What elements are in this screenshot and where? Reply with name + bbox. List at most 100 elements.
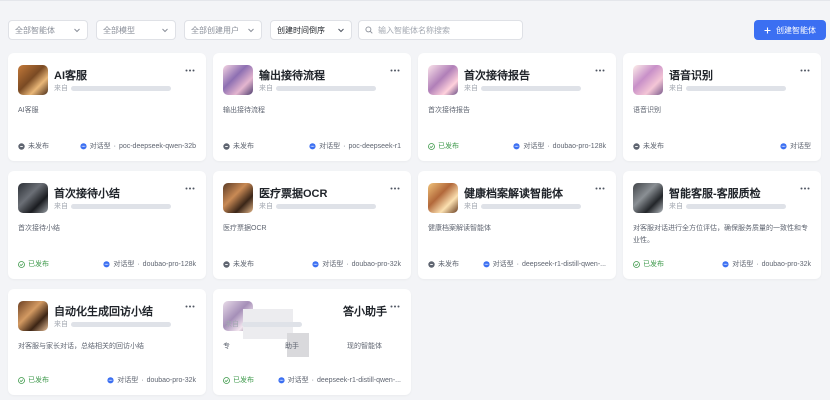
status-badge: 已发布 — [633, 259, 664, 269]
agent-card[interactable]: 健康档案解读智能体 来自 健康档案解读智能体 未发布 对话型 · deepseek-… — [418, 171, 616, 279]
agent-card-footer: 已发布 对话型 · doubao-pro-32k — [633, 259, 811, 269]
search-box[interactable] — [358, 20, 523, 40]
more-icon[interactable] — [799, 183, 811, 193]
agent-card[interactable]: 首次接待小结 来自 首次接待小结 已发布 对话型 · doubao-pro-128k — [8, 171, 206, 279]
more-icon[interactable] — [594, 183, 606, 193]
more-icon[interactable] — [389, 301, 401, 311]
create-agent-button[interactable]: 创建智能体 — [754, 20, 826, 40]
more-icon[interactable] — [799, 65, 811, 75]
agent-avatar — [18, 183, 48, 213]
agent-description: AI客服 — [18, 107, 39, 114]
search-input[interactable] — [378, 25, 516, 35]
agent-avatar — [428, 65, 458, 95]
agent-model-tag: 对话型 · deepseek-r1-distill-qwen-... — [483, 259, 606, 269]
top-divider — [0, 0, 830, 1]
chat-bubble-icon — [107, 376, 114, 383]
agent-description: 对客服对话进行全方位评估，确保服务质量的一致性和专业性。 — [633, 225, 808, 244]
chevron-down-icon — [247, 26, 255, 34]
more-icon[interactable] — [389, 65, 401, 75]
agent-description: 输出接待流程 — [223, 107, 265, 114]
agent-creator: 来自 — [669, 201, 786, 211]
agent-title: 输出接待流程 — [259, 70, 325, 82]
chat-bubble-icon — [722, 260, 729, 267]
agent-title: 首次接待小结 — [54, 188, 120, 200]
agent-description: 对客服与家长对话，总结相关的回访小结 — [18, 343, 144, 350]
status-badge: 未发布 — [18, 141, 49, 151]
unpublished-icon — [428, 260, 435, 268]
chat-bubble-icon — [312, 260, 319, 267]
agent-type-filter[interactable]: 全部智能体 — [8, 20, 88, 40]
unpublished-icon — [223, 142, 230, 150]
more-icon[interactable] — [389, 183, 401, 193]
agent-card-footer: 未发布 对话型 · poc-deepseek-qwen-32b — [18, 141, 196, 151]
agent-card[interactable]: 智能客服-客服质检 来自 对客服对话进行全方位评估，确保服务质量的一致性和专业性… — [623, 171, 821, 279]
chevron-down-icon — [73, 26, 81, 34]
status-badge: 已发布 — [223, 375, 254, 385]
agent-card-footer: 未发布 对话型 · doubao-pro-32k — [223, 259, 401, 269]
chat-bubble-icon — [513, 142, 520, 149]
agent-title: 答小助手 — [343, 306, 387, 318]
sort-filter-label: 创建时间倒序 — [277, 25, 325, 35]
agent-card-footer: 未发布 对话型 · poc-deepseek-r1 — [223, 141, 401, 151]
more-icon[interactable] — [594, 65, 606, 75]
chat-bubble-icon — [79, 142, 87, 149]
status-badge: 未发布 — [428, 259, 459, 269]
agent-creator: 来自 — [464, 201, 581, 211]
model-filter[interactable]: 全部模型 — [96, 20, 176, 40]
agent-type-filter-label: 全部智能体 — [15, 25, 55, 35]
agent-creator: 来自 — [54, 319, 171, 329]
agent-card[interactable]: AI客服 来自 AI客服 未发布 对话型 · poc-deepseek-qwen-3… — [8, 53, 206, 161]
agent-avatar — [18, 65, 48, 95]
more-icon[interactable] — [184, 65, 196, 75]
agent-title: 语音识别 — [669, 70, 713, 82]
chat-bubble-icon — [483, 260, 490, 267]
more-icon[interactable] — [184, 183, 196, 193]
agent-title: 健康档案解读智能体 — [464, 188, 563, 200]
agent-description: 首次接待小结 — [18, 225, 60, 232]
agent-model-tag: 对话型 · poc-deepseek-qwen-32b — [79, 141, 196, 151]
agent-card[interactable]: 输出接待流程 来自 输出接待流程 未发布 对话型 · poc-deepseek-r1 — [213, 53, 411, 161]
status-badge: 已发布 — [18, 375, 49, 385]
agent-card[interactable]: 答小助手 来自 专助手 现的智能体 已发布 对话型 · deepseek-r1-dis… — [213, 289, 411, 395]
chevron-down-icon — [161, 26, 169, 34]
unpublished-icon — [223, 260, 230, 268]
agent-avatar — [633, 183, 663, 213]
agent-description: 语音识别 — [633, 107, 661, 114]
agent-creator: 来自 — [225, 319, 302, 329]
model-filter-label: 全部模型 — [103, 25, 135, 35]
agent-model-tag: 对话型 · doubao-pro-128k — [513, 141, 606, 151]
status-badge: 已发布 — [428, 141, 459, 151]
sort-filter[interactable]: 创建时间倒序 — [270, 20, 352, 40]
chat-bubble-icon — [780, 142, 787, 149]
agent-model-tag: 对话型 · doubao-pro-32k — [722, 259, 811, 269]
agent-avatar — [223, 183, 253, 213]
agent-card[interactable]: 自动化生成回访小结 来自 对客服与家长对话，总结相关的回访小结 已发布 对话型 ·… — [8, 289, 206, 395]
agent-card[interactable]: 语音识别 来自 语音识别 未发布 对话型 — [623, 53, 821, 161]
agent-title: 首次接待报告 — [464, 70, 530, 82]
agent-card[interactable]: 医疗票据OCR 来自 医疗票据OCR 未发布 对话型 · doubao-pro-32… — [213, 171, 411, 279]
agent-creator: 来自 — [259, 83, 376, 93]
agent-model-tag: 对话型 · deepseek-r1-distill-qwen-... — [278, 375, 401, 385]
check-icon — [18, 260, 25, 268]
more-icon[interactable] — [184, 301, 196, 311]
agent-description: 医疗票据OCR — [223, 225, 267, 232]
chat-bubble-icon — [278, 376, 285, 383]
status-badge: 未发布 — [223, 141, 254, 151]
agent-description: 健康档案解读智能体 — [428, 225, 491, 232]
agent-title: 医疗票据OCR — [259, 188, 328, 200]
creator-filter[interactable]: 全部创建用户 — [184, 20, 262, 40]
check-icon — [428, 142, 435, 150]
unpublished-icon — [18, 142, 25, 150]
chat-bubble-icon — [309, 142, 316, 149]
agent-avatar — [223, 65, 253, 95]
agent-creator: 来自 — [54, 201, 171, 211]
status-badge: 未发布 — [223, 259, 254, 269]
check-icon — [633, 260, 640, 268]
agent-card-footer: 已发布 对话型 · doubao-pro-32k — [18, 375, 196, 385]
agent-card[interactable]: 首次接待报告 来自 首次接待报告 已发布 对话型 · doubao-pro-128k — [418, 53, 616, 161]
agent-card-footer: 未发布 对话型 · deepseek-r1-distill-qwen-... — [428, 259, 606, 269]
agent-creator: 来自 — [464, 83, 581, 93]
agent-avatar — [428, 183, 458, 213]
unpublished-icon — [633, 142, 640, 150]
status-badge: 已发布 — [18, 259, 49, 269]
